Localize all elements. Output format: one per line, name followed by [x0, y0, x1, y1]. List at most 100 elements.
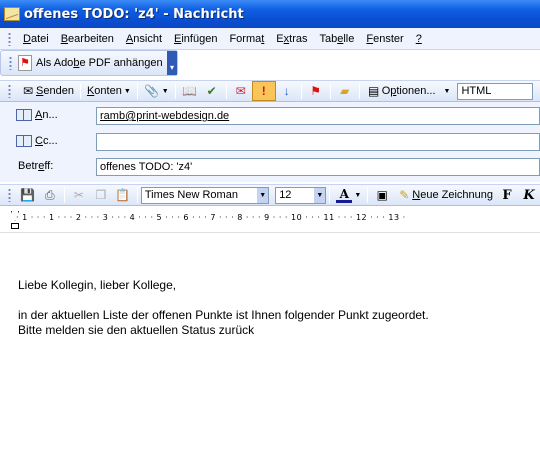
menu-help[interactable]: ? [410, 33, 428, 45]
menu-datei[interactable]: Datei [17, 33, 55, 45]
save-button[interactable]: 💾 [17, 185, 39, 205]
address-book-icon [16, 109, 32, 121]
accounts-button[interactable]: Konten ▼ [84, 81, 134, 101]
check-names-button[interactable]: ✔ [201, 81, 223, 101]
floppy-disk-icon: 💾 [20, 188, 36, 202]
chevron-down-icon: ▼ [257, 187, 269, 203]
message-body[interactable]: Liebe Kollegin, lieber Kollege, in der a… [0, 234, 540, 454]
address-fields: An... ramb@print-webdesign.de Cc... Betr… [0, 102, 540, 182]
to-field[interactable]: ramb@print-webdesign.de [96, 107, 540, 125]
toolbar-options-chevron-icon[interactable]: ▾ [167, 51, 177, 75]
exclamation-icon: ! [261, 84, 266, 98]
font-name-select[interactable]: Times New Roman ▼ [140, 186, 270, 204]
address-book-button[interactable]: 📖 [179, 81, 201, 101]
formatting-toolbar: 💾 ⎙ ✂ ❐ 📋 Times New Roman ▼ 12 ▼ A ▼ ▣ ✎ Neu… [0, 184, 540, 206]
attach-as-pdf-button[interactable]: Als Ado b e PDF anhängen [36, 53, 163, 73]
to-row: An... ramb@print-webdesign.de [0, 106, 540, 128]
italic-icon: K [523, 187, 535, 203]
toolbar-grip-icon[interactable] [8, 84, 11, 98]
bold-icon: F [502, 187, 512, 203]
down-arrow-icon: ↓ [283, 84, 290, 98]
toolbar-separator [79, 83, 81, 99]
insert-picture-button[interactable]: ▣ [371, 185, 393, 205]
bold-button[interactable]: F [496, 185, 518, 205]
to-button[interactable]: An... [16, 106, 92, 124]
low-importance-button[interactable]: ↓ [276, 81, 298, 101]
attach-file-button[interactable]: 📎 ▼ [141, 81, 172, 101]
permission-button[interactable]: ✉ [230, 81, 252, 101]
copy-icon: ❐ [95, 188, 107, 202]
paperclip-icon: 📎 [144, 84, 160, 98]
message-envelope-icon [4, 7, 20, 21]
scissors-icon: ✂ [73, 188, 84, 202]
toolbar-grip-icon[interactable] [8, 31, 11, 46]
send-button[interactable]: ✉ Senden [17, 81, 77, 101]
body-line-1: in der aktuellen Liste der offenen Punkt… [18, 308, 429, 322]
options-icon: ▤ [368, 84, 380, 98]
menu-format[interactable]: Format [223, 33, 270, 45]
adobe-pdf-icon [18, 55, 32, 71]
window-title: offenes TODO: 'z4' - Nachricht [24, 6, 244, 22]
chevron-down-icon: ▼ [314, 187, 326, 203]
address-book-icon: 📖 [182, 84, 198, 98]
message-format-select[interactable]: HTML [457, 82, 534, 100]
cut-button[interactable]: ✂ [68, 185, 90, 205]
body-line-2: Bitte melden sie den aktuellen Status zu… [18, 323, 255, 337]
chevron-down-icon: ▼ [123, 87, 131, 95]
new-drawing-button[interactable]: ✎ Neue Zeichnung [393, 185, 496, 205]
picture-icon: ▣ [376, 188, 388, 202]
copy-button[interactable]: ❐ [90, 185, 112, 205]
insert-file-button[interactable]: ▰ [334, 81, 356, 101]
red-flag-icon: ⚑ [310, 84, 322, 98]
toolbar-grip-icon[interactable] [9, 56, 12, 70]
pdf-toolbar: Als Adobe PDF anhängen ▾ [0, 50, 178, 76]
menu-fenster[interactable]: Fenster [360, 33, 409, 45]
title-bar: offenes TODO: 'z4' - Nachricht [0, 0, 540, 28]
menu-bearbeiten[interactable]: Bearbeiten [55, 33, 120, 45]
font-size-select[interactable]: 12 ▼ [275, 186, 327, 204]
toolbar-separator [174, 83, 176, 99]
check-names-icon: ✔ [206, 84, 217, 98]
menu-extras[interactable]: Extras [270, 33, 313, 45]
toolbar-separator [367, 187, 369, 203]
high-importance-button[interactable]: ! [251, 81, 276, 101]
ruler-scale: · 1 · · · 1 · · · 2 · · · 3 · · · 4 · · … [16, 213, 406, 222]
printer-icon: ⎙ [45, 188, 55, 202]
toolbar-separator [225, 83, 227, 99]
font-color-icon: A [336, 188, 353, 203]
standard-toolbar: ✉ Senden Konten ▼ 📎 ▼ 📖 ✔ ✉ ! ↓ ⚑ ▰ ▤ Op tion… [0, 80, 540, 102]
cc-button[interactable]: Cc... [16, 132, 92, 150]
options-button[interactable]: ▤ Op tionen... ▼ [363, 81, 454, 101]
toolbar-separator [358, 83, 360, 99]
cc-field[interactable] [96, 133, 540, 151]
toolbar-separator [136, 187, 138, 203]
menu-einfuegen[interactable]: Einfügen [168, 33, 223, 45]
subject-field[interactable]: offenes TODO: 'z4' [96, 158, 540, 176]
toolbar-separator [136, 83, 138, 99]
font-color-button[interactable]: A ▼ [333, 185, 364, 205]
folder-icon: ▰ [340, 84, 350, 98]
body-greeting: Liebe Kollegin, lieber Kollege, [18, 278, 177, 292]
toolbar-separator [63, 187, 65, 203]
to-recipient[interactable]: ramb@print-webdesign.de [100, 110, 229, 122]
toolbar-separator [329, 187, 331, 203]
paste-button[interactable]: 📋 [112, 185, 134, 205]
permission-envelope-icon: ✉ [235, 84, 246, 98]
menu-bar: Datei Bearbeiten Ansicht Einfügen Format… [0, 28, 540, 50]
cc-row: Cc... [0, 132, 540, 154]
chevron-down-icon: ▼ [161, 87, 169, 95]
toolbar-grip-icon[interactable] [8, 188, 11, 202]
drawing-icon: ✎ [399, 188, 410, 202]
follow-up-flag-button[interactable]: ⚑ [305, 81, 327, 101]
chevron-down-icon: ▼ [354, 191, 362, 199]
menu-ansicht[interactable]: Ansicht [120, 33, 168, 45]
ruler: · 1 · · · 1 · · · 2 · · · 3 · · · 4 · · … [0, 207, 540, 233]
toolbar-separator [329, 83, 331, 99]
paste-icon: 📋 [115, 188, 131, 202]
menu-tabelle[interactable]: Tabelle [313, 33, 360, 45]
toolbar-separator [300, 83, 302, 99]
italic-button[interactable]: K [518, 185, 540, 205]
print-button[interactable]: ⎙ [39, 185, 61, 205]
send-icon: ✉ [22, 84, 34, 98]
address-book-icon [16, 135, 32, 147]
